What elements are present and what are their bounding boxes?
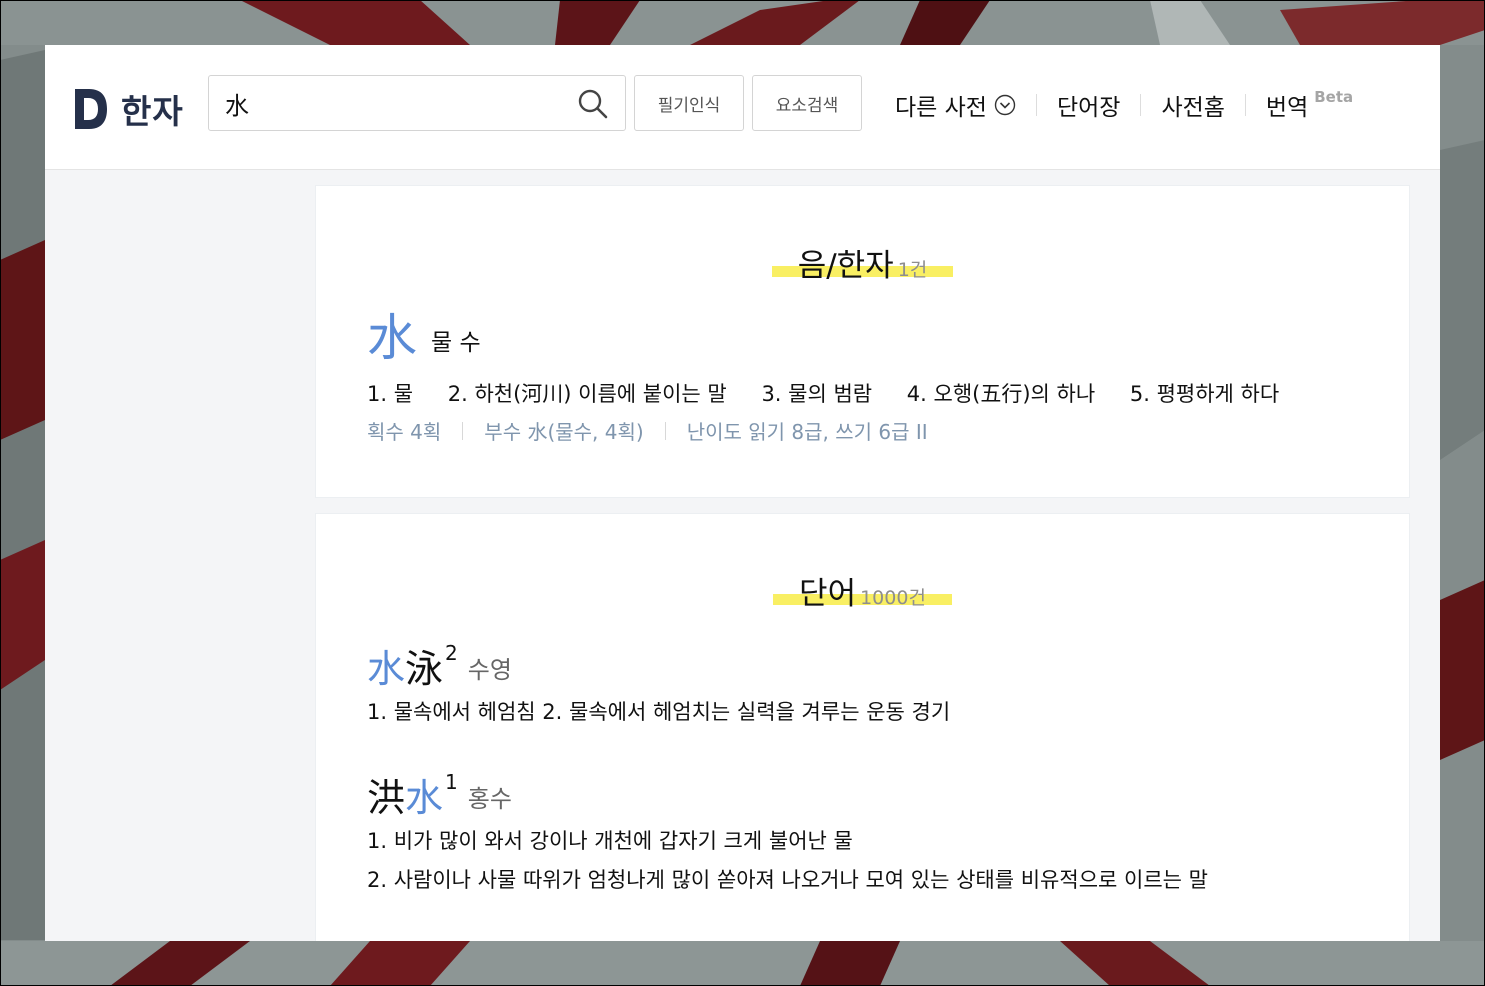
meaning-item: 1. 물: [367, 382, 414, 406]
word-entry-heading[interactable]: 水泳 2 수영: [367, 638, 512, 693]
top-nav: 다른 사전 단어장 사전홈 번역 Beta: [895, 87, 1353, 123]
nav-label: 단어장: [1056, 95, 1121, 121]
nav-wordbook[interactable]: 단어장: [1057, 88, 1120, 122]
section-title: 단어 1000건: [316, 568, 1409, 613]
meaning-item: 3. 물의 범람: [761, 382, 873, 406]
word-definition: 1. 물속에서 헤엄침 2. 물속에서 헤엄치는 실력을 겨루는 운동 경기: [367, 700, 951, 724]
nav-label: 사전홈: [1161, 95, 1225, 121]
word-hanja-link[interactable]: 水泳: [367, 647, 443, 691]
nav-divider: [1244, 94, 1246, 116]
daum-d-logo-icon: [75, 89, 107, 129]
meaning-item: 2. 하천(河川) 이름에 붙이는 말: [447, 382, 727, 406]
handwriting-button[interactable]: 필기인식: [634, 75, 744, 131]
result-count: 1건: [897, 259, 928, 281]
element-search-button[interactable]: 요소검색: [752, 75, 862, 131]
hanja-meanings: 1. 물 2. 하천(河川) 이름에 붙이는 말 3. 물의 범람 4. 오행(…: [367, 378, 1307, 408]
section-title: 음/한자 1건: [316, 240, 1409, 285]
meta-divider: [664, 421, 666, 440]
word-reading: 홍수: [467, 785, 512, 813]
homonym-number: 1: [445, 769, 458, 794]
difficulty: 난이도 읽기 8급, 쓰기 6급 II: [686, 420, 928, 444]
hanja-meta: 획수 4획 부수 水(물수, 4획) 난이도 읽기 8급, 쓰기 6급 II: [367, 416, 928, 445]
hanja-reading: 물 수: [431, 330, 481, 356]
search-icon[interactable]: [577, 88, 609, 120]
nav-label: 번역: [1265, 95, 1309, 121]
meaning-item: 4. 오행(五行)의 하나: [906, 382, 1096, 406]
result-count: 1000건: [860, 587, 926, 609]
nav-translate[interactable]: 번역 Beta: [1266, 88, 1353, 122]
word-definition: 1. 비가 많이 와서 강이나 개천에 갑자기 크게 불어난 물: [367, 829, 853, 853]
highlighted-char: 水: [405, 776, 444, 820]
section-title-text: 음/한자: [797, 248, 894, 284]
highlighted-char: 水: [367, 647, 406, 691]
word-entry-heading[interactable]: 洪水 1 홍수: [367, 767, 512, 822]
word-char: 洪: [367, 776, 406, 820]
nav-other-dictionaries[interactable]: 다른 사전: [895, 88, 1016, 122]
header: 한자 필기인식 요소검색 다른 사전 단어장: [45, 45, 1440, 170]
radical-link[interactable]: 부수 水(물수, 4획): [484, 416, 643, 445]
chevron-down-circle-icon: [994, 94, 1016, 116]
logo-text: 한자: [121, 92, 184, 131]
meaning-item: 5. 평평하게 하다: [1129, 382, 1280, 406]
nav-divider: [1140, 94, 1142, 116]
word-hanja-link[interactable]: 洪水: [367, 776, 443, 820]
meta-divider: [462, 421, 464, 440]
nav-label: 다른 사전: [895, 95, 987, 121]
homonym-number: 2: [445, 640, 458, 665]
hanja-result-card: 음/한자 1건 水 물 수 1. 물 2. 하천(河川) 이름에 붙이는 말 3.…: [315, 185, 1410, 498]
section-title-text: 단어: [799, 576, 857, 612]
stroke-count: 획수 4획: [367, 420, 442, 444]
search-box: [208, 75, 626, 131]
search-input[interactable]: [223, 86, 557, 120]
beta-badge: Beta: [1314, 88, 1354, 106]
hanja-character-link[interactable]: 水: [367, 310, 417, 366]
nav-dictionary-home[interactable]: 사전홈: [1161, 88, 1224, 122]
word-definition: 2. 사람이나 사물 따위가 엄청나게 많이 쏟아져 나오거나 모여 있는 상태…: [367, 868, 1208, 892]
word-reading: 수영: [467, 656, 512, 684]
dictionary-window: 한자 필기인식 요소검색 다른 사전 단어장: [45, 45, 1440, 941]
site-logo[interactable]: 한자: [75, 85, 184, 133]
nav-divider: [1035, 94, 1037, 116]
word-result-card: 단어 1000건 水泳 2수영 1. 물속에서 헤엄침 2. 물속에서 헤엄치는 실…: [315, 513, 1410, 941]
word-char: 泳: [405, 647, 444, 691]
